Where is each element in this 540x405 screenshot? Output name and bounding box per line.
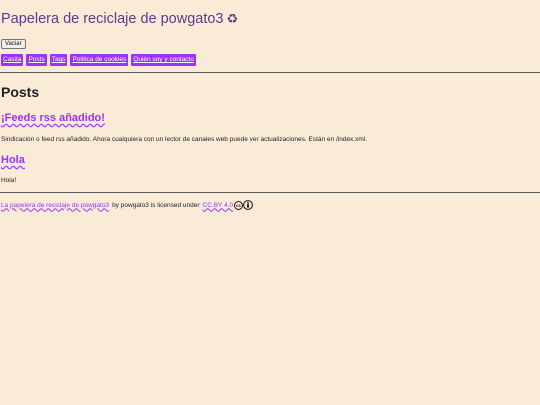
post-excerpt: Hola! bbox=[1, 177, 17, 184]
nav-link-cookies[interactable]: Politica de cookies bbox=[70, 54, 129, 66]
post-title-link[interactable]: ¡Feeds rss añadido! bbox=[1, 112, 105, 125]
nav-link-about[interactable]: Quién soy y contacto bbox=[131, 54, 196, 66]
footer-divider bbox=[0, 192, 540, 193]
main-nav: Casita Posts Tags Politica de cookies Qu… bbox=[1, 54, 196, 66]
post-title-link[interactable]: Hola bbox=[1, 154, 25, 167]
page: Papelera de reciclaje de powgato3 ♻ Vacia… bbox=[0, 0, 540, 405]
by-attribution-icon bbox=[243, 200, 254, 210]
cc-icon: cc bbox=[234, 200, 244, 210]
nav-link-casita[interactable]: Casita bbox=[1, 54, 24, 66]
recycle-icon: ♻ bbox=[226, 11, 239, 26]
site-title: Papelera de reciclaje de powgato3 ♻ bbox=[1, 11, 238, 27]
post-excerpt: Sindicación o feed rss añadido. Ahora cu… bbox=[1, 136, 368, 143]
work-link[interactable]: La papelera de reciclaje de powgato3 bbox=[1, 202, 109, 209]
footer: La papelera de reciclaje de powgato3 by … bbox=[1, 199, 254, 211]
license-link[interactable]: CC BY 4.0 bbox=[203, 202, 234, 209]
site-title-text: Papelera de reciclaje de powgato3 bbox=[1, 11, 224, 27]
vaciar-button[interactable]: Vaciar bbox=[1, 39, 26, 49]
license-text: by powgato3 is licensed under bbox=[112, 201, 200, 209]
nav-link-posts[interactable]: Posts bbox=[26, 54, 47, 66]
posts-heading: Posts bbox=[1, 84, 40, 100]
nav-link-tags[interactable]: Tags bbox=[49, 54, 68, 66]
header-divider bbox=[0, 72, 540, 73]
